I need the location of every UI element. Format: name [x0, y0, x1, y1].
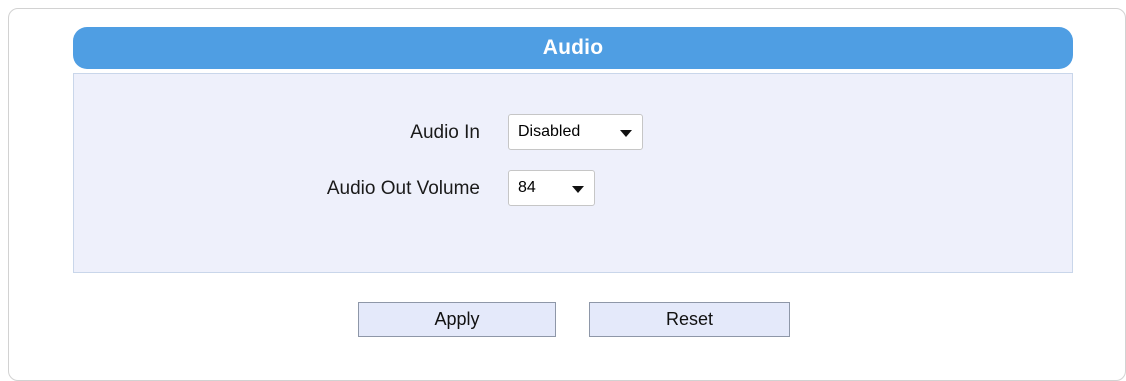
audio-in-row: Audio In Disabled [74, 114, 1072, 152]
audio-settings-panel: Audio In Disabled Audio Out Volume 84 [73, 73, 1073, 273]
audio-in-select[interactable]: Disabled [508, 114, 643, 150]
audio-out-volume-label: Audio Out Volume [326, 178, 480, 199]
audio-in-label: Audio In [410, 122, 480, 143]
section-title: Audio [542, 36, 604, 59]
audio-in-value: Disabled [518, 123, 581, 140]
audio-out-volume-select[interactable]: 84 [508, 170, 595, 206]
audio-out-volume-value: 84 [518, 179, 536, 196]
reset-button[interactable]: Reset [589, 302, 790, 337]
chevron-down-icon [620, 129, 632, 137]
chevron-down-icon [572, 185, 584, 193]
apply-button[interactable]: Apply [358, 302, 556, 337]
section-header: Audio [73, 27, 1073, 69]
audio-settings-frame: Audio Audio In Disabled Audio Out Volume… [8, 8, 1126, 381]
audio-out-volume-row: Audio Out Volume 84 [74, 170, 1072, 208]
